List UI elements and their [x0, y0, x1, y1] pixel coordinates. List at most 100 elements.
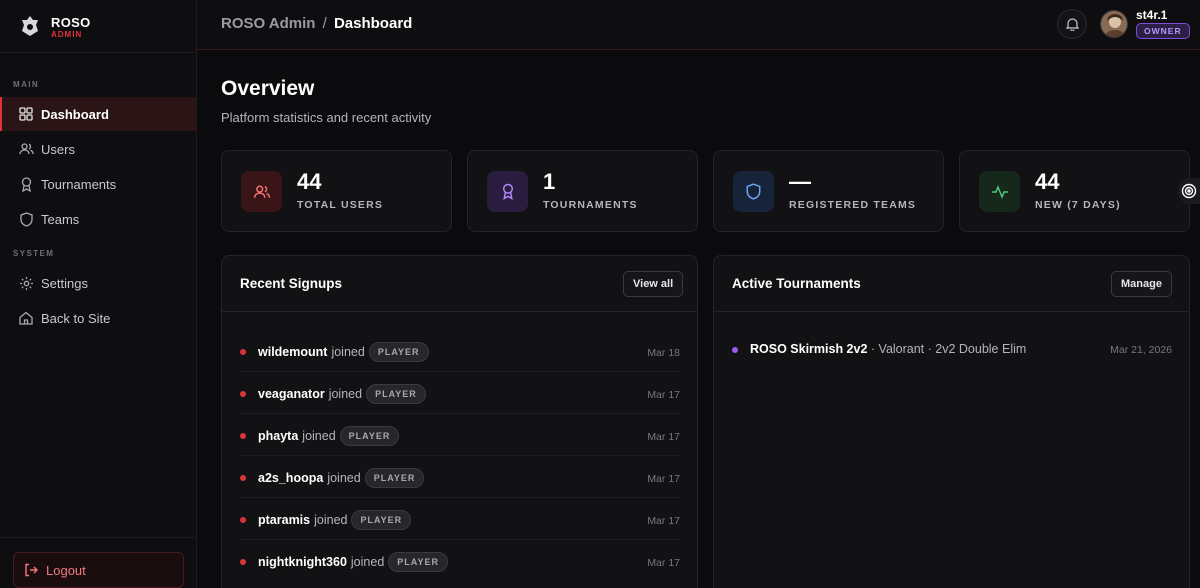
- section-label-main: MAIN: [13, 80, 40, 89]
- sidebar-item-label: Back to Site: [41, 310, 111, 326]
- status-dot: [240, 475, 246, 481]
- breadcrumb-current: Dashboard: [333, 15, 413, 32]
- section-label-system: SYSTEM: [13, 249, 55, 258]
- signup-text: phayta joined PLAYER: [258, 426, 400, 446]
- signup-row[interactable]: wildemount joined PLAYER Mar 18: [240, 330, 680, 372]
- grid-icon: [18, 106, 34, 122]
- gear-icon: [18, 275, 34, 291]
- users-icon: [18, 141, 34, 157]
- roso-logo-icon: [22, 16, 38, 36]
- award-icon: [18, 176, 34, 192]
- signup-date: Mar 17: [647, 473, 680, 485]
- sidebar-item-tournaments[interactable]: Tournaments: [0, 167, 196, 201]
- role-badge: PLAYER: [368, 342, 429, 362]
- role-badge: PLAYER: [351, 510, 412, 530]
- page-subtitle: Platform statistics and recent activity: [221, 110, 432, 125]
- breadcrumb-separator: /: [322, 15, 327, 32]
- signup-username[interactable]: phayta: [258, 429, 298, 443]
- logout-icon: [24, 563, 38, 577]
- signup-row[interactable]: veaganator joined PLAYER Mar 17: [240, 372, 680, 414]
- tournament-date: Mar 21, 2026: [1110, 344, 1172, 356]
- signup-action: joined: [331, 345, 365, 359]
- admin-app: ROSO ADMIN MAIN Dashboard Users Tourname…: [0, 0, 1200, 588]
- award-icon: [487, 171, 528, 212]
- role-badge: PLAYER: [364, 468, 425, 488]
- sidebar: ROSO ADMIN MAIN Dashboard Users Tourname…: [0, 0, 197, 588]
- signup-row[interactable]: a2s_hoopa joined PLAYER Mar 17: [240, 456, 680, 498]
- signup-action: joined: [314, 513, 348, 527]
- signup-text: wildemount joined PLAYER: [258, 342, 429, 362]
- signup-username[interactable]: wildemount: [258, 345, 327, 359]
- stat-label: TOTAL USERS: [297, 199, 384, 211]
- breadcrumb-root[interactable]: ROSO Admin: [221, 15, 315, 32]
- notifications-button[interactable]: [1057, 9, 1087, 39]
- topbar: ROSO Admin / Dashboard st4r.1 OWNER: [197, 0, 1200, 50]
- sidebar-item-label: Dashboard: [41, 106, 109, 122]
- sidebar-item-label: Teams: [41, 211, 80, 227]
- tournament-text: ROSO Skirmish 2v2 · Valorant · 2v2 Doubl…: [750, 342, 1026, 356]
- manage-button[interactable]: Manage: [1111, 271, 1172, 297]
- home-icon: [18, 310, 34, 326]
- stat-value: 1: [543, 169, 556, 194]
- stat-card-registered-teams: — REGISTERED TEAMS: [713, 150, 944, 232]
- signup-username[interactable]: a2s_hoopa: [258, 471, 323, 485]
- status-dot: [240, 433, 246, 439]
- stat-value: 44: [297, 169, 322, 194]
- sidebar-footer: Logout: [0, 537, 197, 588]
- panel-title: Active Tournaments: [732, 276, 861, 291]
- user-name: st4r.1: [1136, 8, 1168, 22]
- signup-action: joined: [327, 471, 361, 485]
- signup-text: ptaramis joined PLAYER: [258, 510, 412, 530]
- recent-signups-panel: Recent Signups View all wildemount joine…: [221, 255, 698, 588]
- logout-label: Logout: [46, 562, 86, 578]
- sidebar-item-teams[interactable]: Teams: [0, 202, 196, 236]
- panel-header: Recent Signups View all: [222, 256, 697, 312]
- brand[interactable]: ROSO ADMIN: [0, 0, 197, 53]
- accessibility-widget-icon[interactable]: [1178, 178, 1200, 204]
- sidebar-item-label: Tournaments: [41, 176, 117, 192]
- signup-text: a2s_hoopa joined PLAYER: [258, 468, 425, 488]
- brand-name: ROSO: [51, 15, 91, 30]
- signup-row[interactable]: ptaramis joined PLAYER Mar 17: [240, 498, 680, 540]
- shield-icon: [18, 211, 34, 227]
- panel-header: Active Tournaments Manage: [714, 256, 1189, 312]
- stat-card-new-7-days: 44 NEW (7 DAYS): [959, 150, 1190, 232]
- logout-button[interactable]: Logout: [13, 552, 184, 588]
- signup-action: joined: [328, 387, 363, 401]
- signup-username[interactable]: ptaramis: [258, 513, 310, 527]
- role-badge: OWNER: [1136, 23, 1190, 39]
- sidebar-item-back-to-site[interactable]: Back to Site: [0, 301, 196, 335]
- tournament-row[interactable]: ROSO Skirmish 2v2 · Valorant · 2v2 Doubl…: [732, 341, 1172, 361]
- signup-action: joined: [350, 555, 385, 569]
- signup-date: Mar 17: [647, 389, 680, 401]
- page-title: Overview: [221, 77, 315, 100]
- signup-row[interactable]: nightknight360 joined PLAYER Mar 17: [240, 540, 680, 582]
- sidebar-item-dashboard[interactable]: Dashboard: [0, 97, 196, 131]
- breadcrumb: ROSO Admin / Dashboard: [221, 15, 412, 32]
- sidebar-item-settings[interactable]: Settings: [0, 266, 196, 300]
- signup-username[interactable]: nightknight360: [258, 555, 347, 569]
- signup-row[interactable]: phayta joined PLAYER Mar 17: [240, 414, 680, 456]
- stat-value: —: [789, 169, 811, 194]
- tournament-name[interactable]: ROSO Skirmish 2v2: [750, 342, 867, 356]
- role-badge: PLAYER: [388, 552, 448, 572]
- signup-text: veaganator joined PLAYER: [258, 384, 426, 404]
- avatar[interactable]: [1100, 10, 1128, 38]
- view-all-button[interactable]: View all: [623, 271, 684, 297]
- role-badge: PLAYER: [366, 384, 426, 404]
- stat-label: REGISTERED TEAMS: [789, 199, 917, 211]
- panel-title: Recent Signups: [240, 276, 343, 291]
- sidebar-item-users[interactable]: Users: [0, 132, 196, 166]
- active-tournaments-panel: Active Tournaments Manage ROSO Skirmish …: [713, 255, 1190, 588]
- signup-date: Mar 17: [647, 557, 680, 569]
- activity-icon: [979, 171, 1020, 212]
- signup-date: Mar 17: [647, 431, 680, 443]
- stat-value: 44: [1035, 169, 1060, 194]
- signup-text: nightknight360 joined PLAYER: [258, 552, 448, 572]
- signup-action: joined: [302, 429, 336, 443]
- status-dot: [240, 349, 246, 355]
- sidebar-item-label: Users: [41, 141, 75, 157]
- stat-label: NEW (7 DAYS): [1035, 199, 1121, 211]
- bell-icon: [1065, 18, 1079, 31]
- signup-username[interactable]: veaganator: [258, 387, 325, 401]
